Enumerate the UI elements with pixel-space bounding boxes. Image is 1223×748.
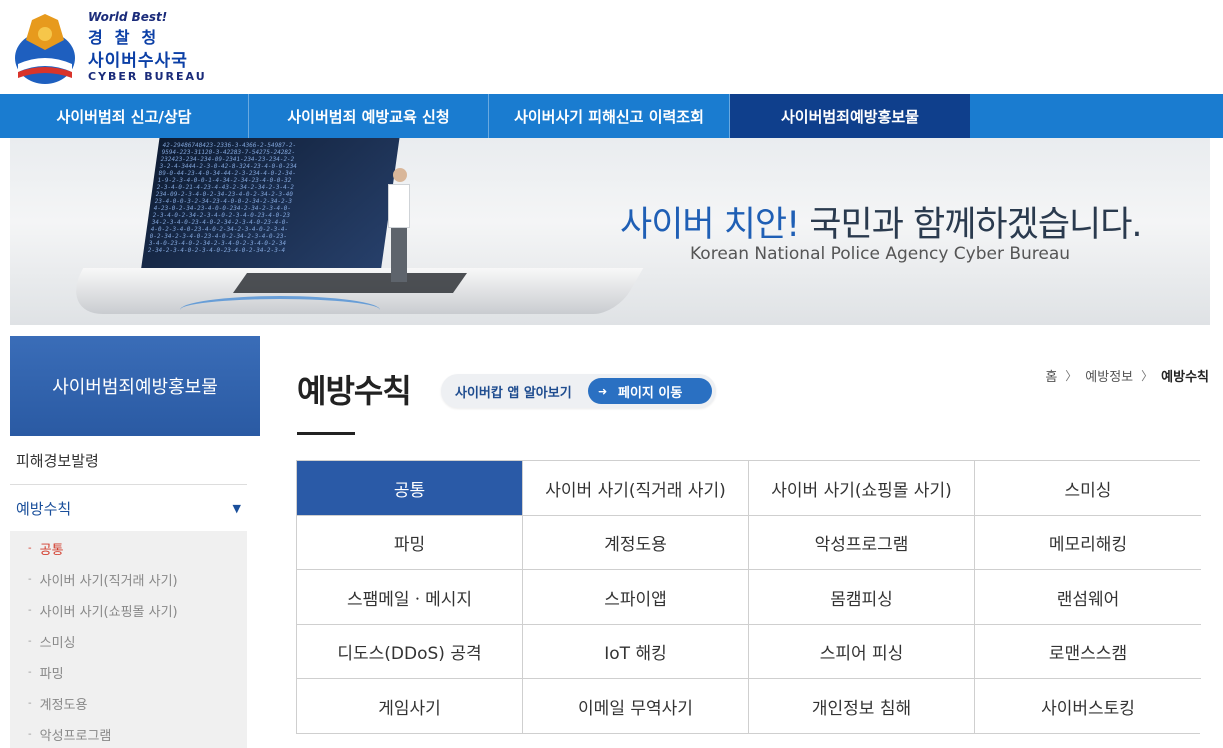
page-move-button-label: 페이지 이동	[618, 385, 683, 401]
breadcrumb-current: 예방수칙	[1161, 370, 1209, 385]
category-memory-hacking[interactable]: 메모리해킹	[975, 516, 1201, 570]
page-title: 예방수칙	[297, 372, 412, 410]
category-spear-phishing[interactable]: 스피어 피싱	[749, 625, 975, 679]
banner-keyboard-image	[232, 273, 468, 293]
category-cyberstalking[interactable]: 사이버스토킹	[975, 679, 1201, 733]
sidebar-submenu: - 공통 - 사이버 사기(직거래 사기) - 사이버 사기(쇼핑몰 사기) - 스미싱…	[10, 531, 247, 748]
breadcrumb-level1[interactable]: 예방정보	[1085, 366, 1133, 385]
sidebar-subitem-label: 공통	[39, 543, 64, 558]
sidebar-subitem-direct-trade-fraud[interactable]: - 사이버 사기(직거래 사기)	[10, 564, 247, 595]
category-direct-trade-fraud[interactable]: 사이버 사기(직거래 사기)	[523, 461, 749, 516]
banner-person-image	[388, 168, 412, 288]
sidebar-item-label: 예방수칙	[16, 499, 72, 518]
logo-cyber-bureau-en: CYBER BUREAU	[88, 70, 207, 83]
sidebar-subitem-label: 계정도용	[39, 698, 88, 713]
dash-icon: -	[28, 667, 32, 678]
page-move-button[interactable]: ➜ 페이지 이동	[588, 378, 712, 404]
category-account-theft[interactable]: 계정도용	[523, 516, 749, 570]
sidebar-item-prevention-rules[interactable]: 예방수칙 ▼	[10, 485, 247, 531]
dash-icon: -	[28, 729, 32, 740]
site-header: World Best! 경찰청 사이버수사국 CYBER BUREAU	[0, 0, 1223, 94]
sidebar-menu: 피해경보발령 예방수칙 ▼ - 공통 - 사이버 사기(직거래 사기) - 사이버 사…	[10, 436, 247, 748]
police-emblem-icon	[15, 14, 75, 84]
cybercop-app-label: 사이버캅 앱 알아보기	[455, 385, 572, 401]
banner-cables-image	[180, 296, 380, 324]
sidebar-subitem-smishing[interactable]: - 스미싱	[10, 626, 247, 657]
banner-title-rest: 국민과 함께하겠습니다.	[799, 205, 1142, 245]
title-underline	[297, 432, 355, 435]
dash-icon: -	[28, 698, 32, 709]
dash-icon: -	[28, 605, 32, 616]
banner-title-highlight: 사이버 치안!	[620, 205, 800, 245]
dash-icon: -	[28, 574, 32, 585]
logo[interactable]: World Best! 경찰청 사이버수사국 CYBER BUREAU	[12, 10, 212, 86]
banner-laptop-screen-image: 42-29486748423-2336-3-4366-2-54987-2- 95…	[140, 138, 400, 273]
category-smishing[interactable]: 스미싱	[975, 461, 1201, 516]
category-bodycam-phishing[interactable]: 몸캠피싱	[749, 570, 975, 625]
category-spam-message[interactable]: 스팸메일ㆍ메시지	[297, 570, 523, 625]
sidebar-item-damage-alert[interactable]: 피해경보발령	[10, 436, 247, 485]
category-spy-app[interactable]: 스파이앱	[523, 570, 749, 625]
sidebar-subitem-shopping-fraud[interactable]: - 사이버 사기(쇼핑몰 사기)	[10, 595, 247, 626]
category-common[interactable]: 공통	[297, 461, 523, 516]
category-ddos[interactable]: 디도스(DDoS) 공격	[297, 625, 523, 679]
hero-banner: 42-29486748423-2336-3-4366-2-54987-2- 95…	[10, 138, 1210, 325]
sidebar-subitem-pharming[interactable]: - 파밍	[10, 657, 247, 688]
banner-title: 사이버 치안! 국민과 함께하겠습니다.	[620, 196, 1143, 247]
sidebar-subitem-common[interactable]: - 공통	[10, 533, 247, 564]
breadcrumb: 홈 〉 예방정보 〉 예방수칙	[1045, 366, 1209, 385]
category-email-trade-fraud[interactable]: 이메일 무역사기	[523, 679, 749, 733]
dash-icon: -	[28, 543, 32, 554]
nav-fraud-history[interactable]: 사이버사기 피해신고 이력조회	[489, 94, 730, 138]
category-pharming[interactable]: 파밍	[297, 516, 523, 570]
category-shopping-fraud[interactable]: 사이버 사기(쇼핑몰 사기)	[749, 461, 975, 516]
chevron-right-icon: 〉	[1065, 369, 1078, 383]
sidebar-subitem-label: 사이버 사기(쇼핑몰 사기)	[39, 605, 178, 620]
banner-subtitle: Korean National Police Agency Cyber Bure…	[690, 244, 1071, 264]
caret-down-icon: ▼	[232, 501, 241, 515]
sidebar-subitem-label: 스미싱	[39, 636, 76, 651]
arrow-right-icon: ➜	[598, 384, 608, 398]
category-ransomware[interactable]: 랜섬웨어	[975, 570, 1201, 625]
logo-cyber-bureau: 사이버수사국	[88, 51, 188, 71]
main-navigation: 사이버범죄 신고/상담 사이버범죄 예방교육 신청 사이버사기 피해신고 이력조…	[0, 94, 1223, 138]
sidebar-subitem-malware[interactable]: - 악성프로그램	[10, 719, 247, 748]
breadcrumb-home[interactable]: 홈	[1045, 366, 1057, 385]
dash-icon: -	[28, 636, 32, 647]
category-romance-scam[interactable]: 로맨스스캠	[975, 625, 1201, 679]
sidebar-subitem-label: 악성프로그램	[39, 729, 112, 744]
sidebar-subitem-account-theft[interactable]: - 계정도용	[10, 688, 247, 719]
category-iot-hacking[interactable]: IoT 해킹	[523, 625, 749, 679]
chevron-right-icon: 〉	[1141, 369, 1154, 383]
logo-slogan: World Best!	[88, 10, 168, 24]
cybercop-app-banner: 사이버캅 앱 알아보기 ➜ 페이지 이동	[441, 374, 716, 408]
category-malware[interactable]: 악성프로그램	[749, 516, 975, 570]
nav-prevention-materials[interactable]: 사이버범죄예방홍보물	[730, 94, 970, 138]
logo-text: World Best! 경찰청 사이버수사국 CYBER BUREAU	[88, 10, 207, 83]
sidebar-subitem-label: 파밍	[39, 667, 64, 682]
sidebar-subitem-label: 사이버 사기(직거래 사기)	[39, 574, 178, 589]
nav-report-consult[interactable]: 사이버범죄 신고/상담	[0, 94, 249, 138]
prevention-category-grid: 공통 사이버 사기(직거래 사기) 사이버 사기(쇼핑몰 사기) 스미싱 파밍 …	[296, 460, 1201, 734]
sidebar-heading: 사이버범죄예방홍보물	[10, 336, 260, 436]
category-game-fraud[interactable]: 게임사기	[297, 679, 523, 733]
nav-education-apply[interactable]: 사이버범죄 예방교육 신청	[249, 94, 489, 138]
category-privacy-violation[interactable]: 개인정보 침해	[749, 679, 975, 733]
logo-police: 경찰청	[88, 28, 169, 47]
